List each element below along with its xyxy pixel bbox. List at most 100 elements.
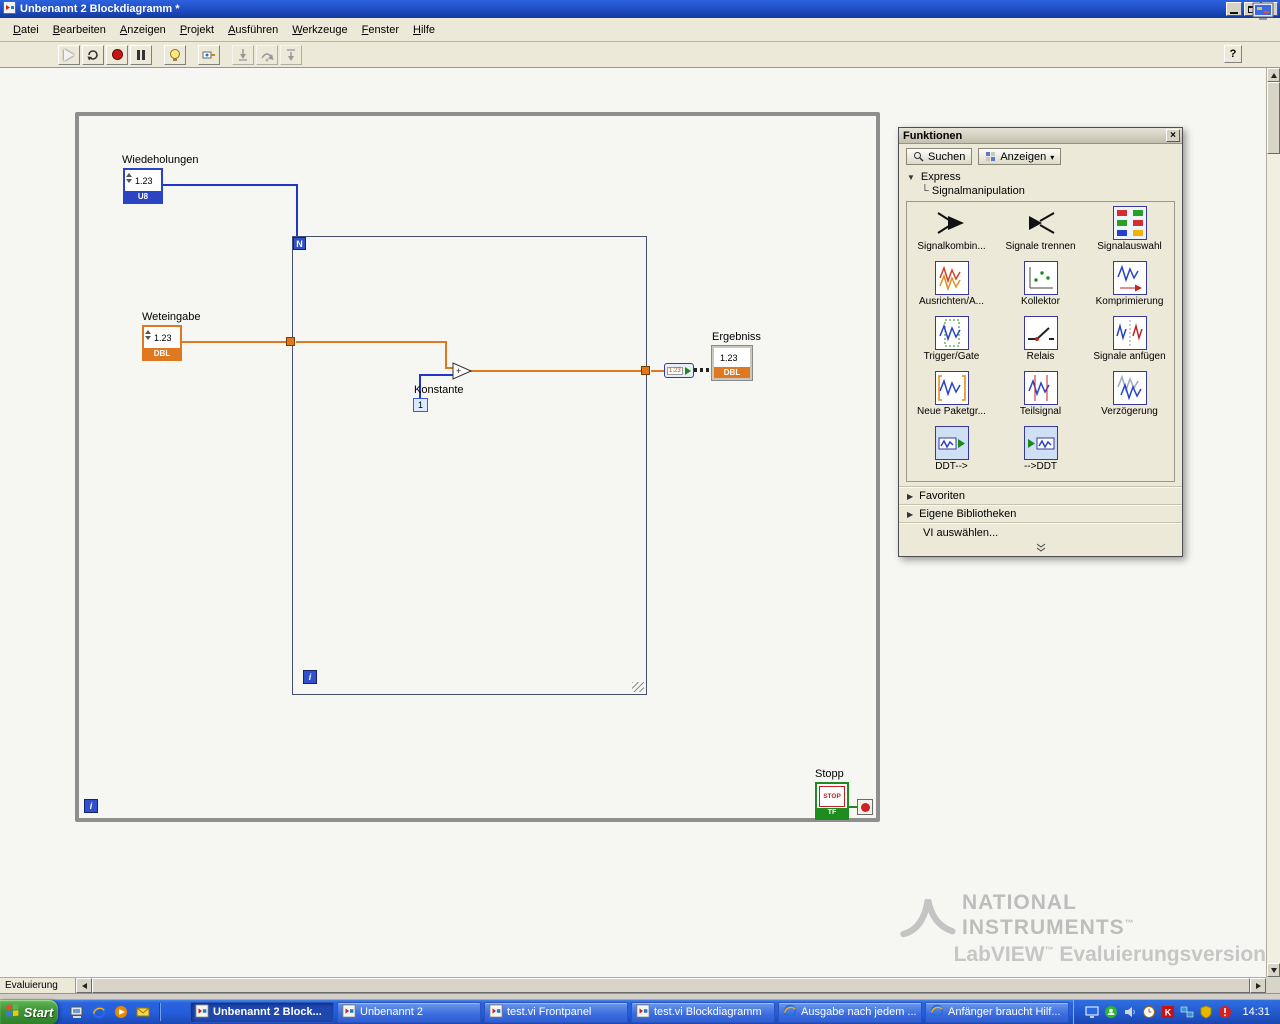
palette-close-icon[interactable]: × xyxy=(1166,129,1180,142)
wire-stop[interactable] xyxy=(849,806,857,808)
abort-button[interactable] xyxy=(106,44,128,65)
palette-search-button[interactable]: Suchen xyxy=(906,148,973,165)
select-vi-item[interactable]: VI auswählen... xyxy=(899,522,1182,542)
wire-dynamic-data[interactable] xyxy=(694,368,712,372)
palette-item[interactable]: Signalauswahl xyxy=(1085,205,1174,260)
menu-item[interactable]: Ausführen xyxy=(221,21,285,39)
to-ddt-conversion[interactable]: 1.23 xyxy=(664,363,694,378)
outlook-icon[interactable] xyxy=(134,1004,151,1021)
numeric-constant[interactable]: 1 xyxy=(413,398,428,412)
palette-item[interactable]: Kollektor xyxy=(996,260,1085,315)
task-button[interactable]: test.vi Frontpanel xyxy=(484,1001,628,1023)
scroll-up-button[interactable] xyxy=(1267,68,1280,82)
wire-count-vertical[interactable] xyxy=(296,184,298,238)
ergebniss-type: DBL xyxy=(714,367,750,378)
repackage-icon xyxy=(934,371,969,405)
palette-section[interactable]: Favoriten xyxy=(899,486,1182,504)
menu-item[interactable]: Werkzeuge xyxy=(285,21,354,39)
shield-icon[interactable] xyxy=(1198,1005,1213,1020)
help-button[interactable]: ? xyxy=(1224,45,1242,63)
taskbar-clock[interactable]: 14:31 xyxy=(1242,1006,1270,1018)
increment-decrement-arrows[interactable] xyxy=(126,173,132,183)
step-into-button[interactable] xyxy=(232,44,254,65)
werteingabe-control[interactable]: 1.23 DBL xyxy=(142,325,182,361)
stop-button-terminal[interactable]: STOP TF xyxy=(815,782,849,820)
vertical-scroll-thumb[interactable] xyxy=(1267,82,1280,154)
scheduler-icon[interactable] xyxy=(1141,1005,1156,1020)
palette-expand-chevron-icon[interactable] xyxy=(899,542,1182,556)
input-tunnel[interactable] xyxy=(286,337,295,346)
add-function[interactable]: + xyxy=(452,362,473,380)
step-over-button[interactable] xyxy=(256,44,278,65)
task-button[interactable]: Ausgabe nach jedem ... xyxy=(778,1001,922,1023)
menu-item[interactable]: Projekt xyxy=(173,21,221,39)
volume-icon[interactable] xyxy=(1122,1005,1137,1020)
monitor-icon[interactable] xyxy=(1251,2,1275,22)
palette-item[interactable]: Teilsignal xyxy=(996,370,1085,425)
ergebniss-indicator[interactable]: 1.23 DBL xyxy=(711,345,753,381)
palette-item[interactable]: Neue Paketgr... xyxy=(907,370,996,425)
palette-item[interactable]: Signale trennen xyxy=(996,205,1085,260)
network-icon[interactable] xyxy=(1179,1005,1194,1020)
palette-item[interactable]: Komprimierung xyxy=(1085,260,1174,315)
task-button[interactable]: Unbenannt 2 xyxy=(337,1001,481,1023)
highlight-execution-button[interactable] xyxy=(164,44,186,65)
count-terminal[interactable]: N xyxy=(293,237,306,250)
iteration-terminal-while[interactable]: i xyxy=(84,799,98,813)
run-button[interactable] xyxy=(58,44,80,65)
menu-item[interactable]: Bearbeiten xyxy=(46,21,113,39)
palette-subpalette-label[interactable]: Signalmanipulation xyxy=(899,185,1182,200)
conditional-terminal[interactable] xyxy=(857,799,873,815)
palette-item[interactable]: Relais xyxy=(996,315,1085,370)
palette-item[interactable]: Signale anfügen xyxy=(1085,315,1174,370)
messenger-icon[interactable] xyxy=(1103,1005,1118,1020)
retain-wire-values-button[interactable] xyxy=(198,44,220,65)
menu-item[interactable]: Hilfe xyxy=(406,21,442,39)
task-button[interactable]: Anfänger braucht Hilf... xyxy=(925,1001,1069,1023)
scroll-right-button[interactable] xyxy=(1250,978,1266,993)
show-desktop-icon[interactable] xyxy=(68,1004,85,1021)
display-icon[interactable] xyxy=(1084,1005,1099,1020)
palette-item[interactable]: DDT--> xyxy=(907,425,996,480)
palette-title-bar[interactable]: Funktionen × xyxy=(899,128,1182,144)
palette-item[interactable]: Signalkombin... xyxy=(907,205,996,260)
palette-item[interactable]: Ausrichten/A... xyxy=(907,260,996,315)
alert-icon[interactable] xyxy=(1217,1005,1232,1020)
output-tunnel[interactable] xyxy=(641,366,650,375)
scroll-down-button[interactable] xyxy=(1267,963,1280,977)
menu-item[interactable]: Anzeigen xyxy=(113,21,173,39)
task-button[interactable]: test.vi Blockdiagramm xyxy=(631,1001,775,1023)
title-bar[interactable]: Unbenannt 2 Blockdiagramm * × xyxy=(0,0,1280,18)
horizontal-scrollbar[interactable]: Evaluierung xyxy=(0,977,1266,993)
pause-button[interactable] xyxy=(130,44,152,65)
run-continuous-button[interactable] xyxy=(82,44,104,65)
task-button[interactable]: Unbenannt 2 Block... xyxy=(190,1001,334,1023)
start-button[interactable]: Start xyxy=(0,999,58,1024)
iteration-terminal-for[interactable]: i xyxy=(303,670,317,684)
vertical-scrollbar[interactable] xyxy=(1266,68,1280,977)
menu-item[interactable]: Datei xyxy=(6,21,46,39)
minimize-button[interactable] xyxy=(1226,2,1242,16)
loop-resize-grip[interactable] xyxy=(632,682,644,692)
step-out-button[interactable] xyxy=(280,44,302,65)
palette-item[interactable]: Verzögerung xyxy=(1085,370,1174,425)
wire-count[interactable] xyxy=(163,184,298,186)
horizontal-scroll-thumb[interactable] xyxy=(92,978,1250,993)
antivirus-icon[interactable]: K xyxy=(1160,1005,1175,1020)
palette-section[interactable]: Eigene Bibliotheken xyxy=(899,504,1182,522)
wiederholungen-control[interactable]: 1.23 U8 xyxy=(123,168,163,204)
palette-item[interactable]: -->DDT xyxy=(996,425,1085,480)
palette-view-button[interactable]: Anzeigen xyxy=(978,148,1062,165)
palette-section-express[interactable]: Express xyxy=(899,168,1182,185)
wire-result-outer[interactable] xyxy=(651,370,665,372)
scroll-left-button[interactable] xyxy=(76,978,92,993)
menu-item[interactable]: Fenster xyxy=(355,21,406,39)
toolbar: ? xyxy=(0,42,1280,68)
ie-icon[interactable] xyxy=(90,1004,107,1021)
wire-input[interactable] xyxy=(182,341,288,343)
media-player-icon[interactable] xyxy=(112,1004,129,1021)
for-loop[interactable] xyxy=(292,236,647,695)
palette-item[interactable]: Trigger/Gate xyxy=(907,315,996,370)
block-diagram-canvas[interactable]: N i Wiedeholungen 1.23 U8 Weteingabe 1.2… xyxy=(0,68,1266,977)
increment-decrement-arrows[interactable] xyxy=(145,330,151,340)
